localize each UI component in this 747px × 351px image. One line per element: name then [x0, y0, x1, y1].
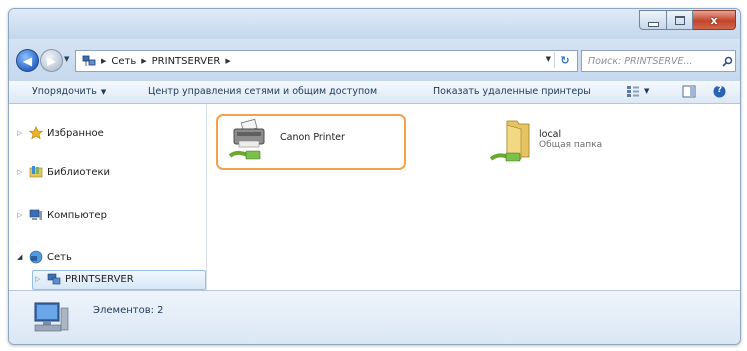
breadcrumb-separator: ▶ [141, 57, 147, 65]
star-icon [29, 126, 43, 140]
minimize-icon [647, 21, 659, 27]
list-item-canon-printer[interactable]: Canon Printer [216, 114, 406, 170]
server-icon [47, 273, 61, 285]
computer-icon [29, 209, 42, 220]
view-options-button[interactable]: ▼ [626, 85, 649, 97]
chevron-down-icon: ▼ [100, 88, 107, 96]
library-icon [29, 166, 43, 178]
item-type: Общая папка [539, 140, 603, 150]
back-button[interactable]: ◀ [16, 49, 39, 72]
address-bar[interactable]: ▶ Сеть ▶ PRINTSERVER ▶ ▼ ↻ [75, 50, 578, 72]
sidebar-item-favorites[interactable]: ▷ Избранное [17, 126, 104, 140]
item-count: Элементов: 2 [93, 305, 164, 316]
search-box[interactable]: Поиск: PRINTSERVE... [581, 50, 736, 72]
close-icon: x [710, 13, 718, 27]
expand-arrow-icon[interactable]: ▷ [17, 129, 25, 137]
shared-folder-icon [489, 120, 530, 162]
preview-pane-button[interactable] [682, 85, 696, 101]
sidebar-item-libraries[interactable]: ▷ Библиотеки [17, 165, 110, 179]
sidebar-item-label: Избранное [47, 127, 104, 139]
expand-arrow-icon[interactable]: ▷ [35, 275, 43, 283]
item-name: Canon Printer [280, 132, 345, 143]
back-arrow-icon: ◀ [22, 53, 33, 68]
minimize-button[interactable] [639, 10, 667, 30]
help-glyph: ? [717, 85, 723, 95]
maximize-icon [674, 15, 685, 25]
file-list: Canon Printer local Общая папка [207, 104, 740, 291]
preview-pane-icon [682, 85, 696, 98]
address-dropdown-icon[interactable]: ▼ [546, 55, 551, 63]
sidebar-item-label: Сеть [47, 251, 72, 263]
maximize-button[interactable] [667, 10, 693, 30]
caption-buttons: x [639, 10, 736, 30]
recent-pages-dropdown[interactable]: ▼ [64, 55, 69, 63]
item-name: local [539, 129, 562, 140]
sidebar-item-printserver[interactable]: ▷ PRINTSERVER [35, 272, 134, 286]
forward-arrow-icon: ▶ [46, 53, 57, 68]
show-remote-printers-label: Показать удаленные принтеры [433, 86, 591, 97]
address-row: ◀ ▶ ▼ ▶ Сеть ▶ PRINTSERVER ▶ ▼ ↻ Поиск: … [9, 39, 740, 81]
sidebar-item-label: Компьютер [47, 209, 107, 221]
network-computer-icon [34, 302, 69, 332]
network-center-button[interactable]: Центр управления сетями и общим доступом [148, 86, 377, 97]
list-item-local-folder[interactable]: local Общая папка [489, 119, 602, 165]
collapse-arrow-icon[interactable]: ◢ [17, 253, 25, 261]
view-icon [627, 86, 639, 97]
search-icon[interactable] [719, 56, 735, 67]
organize-label: Упорядочить [32, 86, 97, 97]
sidebar-item-computer[interactable]: ▷ Компьютер [17, 208, 107, 222]
organize-button[interactable]: Упорядочить ▼ [32, 86, 106, 97]
network-icon [82, 55, 96, 66]
breadcrumb: ▶ Сеть ▶ PRINTSERVER ▶ [76, 55, 231, 67]
sidebar-item-label: PRINTSERVER [65, 273, 134, 285]
network-icon [29, 250, 43, 264]
expand-arrow-icon[interactable]: ▷ [17, 211, 25, 219]
forward-button[interactable]: ▶ [40, 49, 63, 72]
title-bar: x [9, 9, 740, 39]
help-button[interactable]: ? [713, 85, 726, 101]
breadcrumb-separator[interactable]: ▶ [225, 57, 230, 65]
details-pane: Элементов: 2 [9, 290, 740, 344]
search-input[interactable]: Поиск: PRINTSERVE... [582, 56, 719, 67]
refresh-button[interactable]: ↻ [554, 52, 575, 68]
network-center-label: Центр управления сетями и общим доступом [148, 86, 378, 97]
printer-icon [228, 119, 265, 160]
chevron-down-icon: ▼ [644, 87, 650, 95]
explorer-window: x ◀ ▶ ▼ ▶ Сеть ▶ PRINTSERVER ▶ ▼ ↻ Поиск… [8, 8, 741, 345]
breadcrumb-printserver[interactable]: PRINTSERVER [152, 56, 221, 67]
navigation-pane: ▷ Избранное ▷ Библиотеки ▷ Компьютер ◢ С… [9, 104, 207, 291]
breadcrumb-network[interactable]: Сеть [111, 56, 136, 67]
refresh-icon: ↻ [560, 53, 570, 67]
sidebar-item-label: Библиотеки [47, 166, 111, 178]
show-remote-printers-button[interactable]: Показать удаленные принтеры [433, 86, 591, 97]
command-bar: Упорядочить ▼ Центр управления сетями и о… [9, 81, 740, 104]
expand-arrow-icon[interactable]: ▷ [17, 168, 25, 176]
close-button[interactable]: x [693, 10, 736, 30]
sidebar-item-network[interactable]: ◢ Сеть [17, 250, 72, 264]
breadcrumb-separator: ▶ [101, 57, 107, 65]
